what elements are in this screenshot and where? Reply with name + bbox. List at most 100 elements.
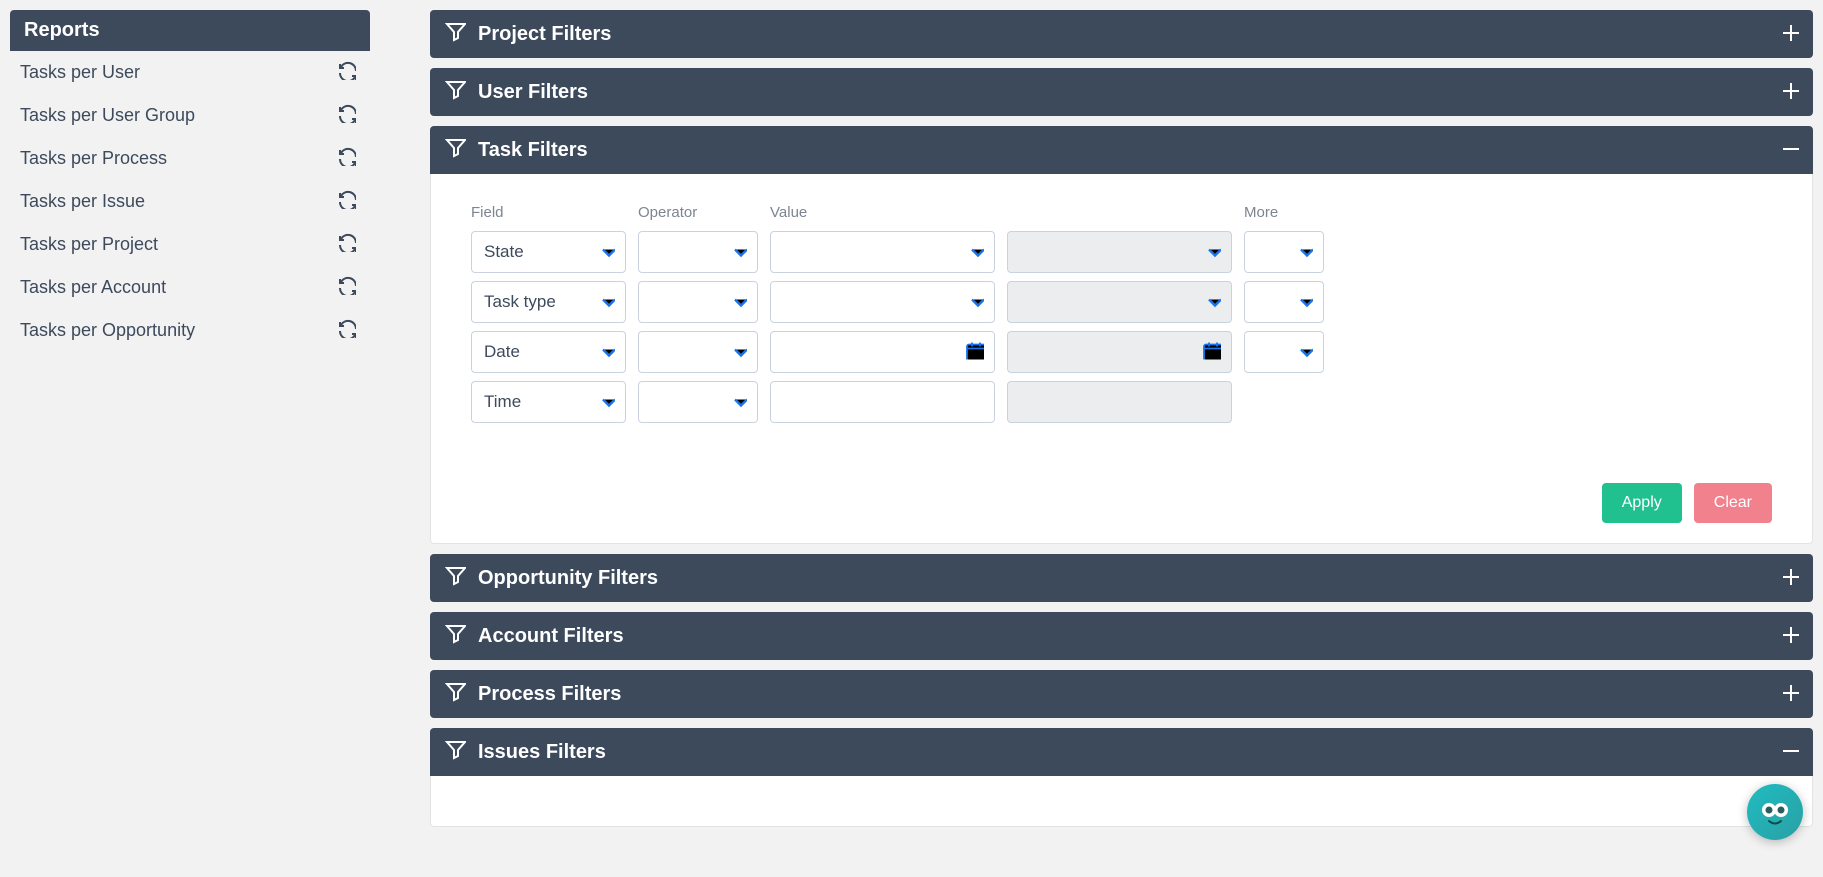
col-more: More [1244,204,1324,223]
sidebar-item[interactable]: Tasks per User Group [10,94,370,137]
field-select[interactable]: State [471,231,626,273]
chevron-down-icon [1295,241,1313,264]
reports-sidebar: Reports Tasks per User Tasks per User Gro… [10,10,370,352]
apply-button[interactable]: Apply [1602,483,1682,523]
sidebar-item-label: Tasks per Project [14,234,158,255]
value-input[interactable] [770,281,995,323]
task-filters-header[interactable]: Task Filters [430,126,1813,174]
sidebar-title: Reports [10,10,370,51]
refresh-icon[interactable] [336,275,356,300]
refresh-icon[interactable] [336,318,356,343]
sidebar-item-label: Tasks per Account [14,277,166,298]
col-operator: Operator [638,204,758,223]
calendar-icon [964,340,984,365]
panel-title: User Filters [478,81,588,104]
chevron-down-icon [729,241,747,264]
panel-title: Opportunity Filters [478,567,658,590]
operator-select[interactable] [638,331,758,373]
value2-input [1007,231,1232,273]
panel-title: Process Filters [478,683,621,706]
funnel-icon [444,136,466,164]
sidebar-item-label: Tasks per User Group [14,105,195,126]
chevron-down-icon [966,241,984,264]
funnel-icon [444,564,466,592]
panel-title: Account Filters [478,625,624,648]
funnel-icon [444,680,466,708]
clear-button[interactable]: Clear [1694,483,1772,523]
issues-filters-body [430,776,1813,827]
more-select[interactable] [1244,281,1324,323]
field-value: Time [484,392,521,412]
plus-icon[interactable] [1779,565,1799,591]
col-field: Field [471,204,626,223]
chevron-down-icon [1295,341,1313,364]
filters-area: Project Filters User Filters Task Filter… [430,10,1813,837]
value2-input [1007,381,1232,423]
chevron-down-icon [729,291,747,314]
funnel-icon [444,78,466,106]
value-input[interactable] [770,231,995,273]
chevron-down-icon [729,341,747,364]
chevron-down-icon [966,291,984,314]
chevron-down-icon [597,341,615,364]
sidebar-item[interactable]: Tasks per Issue [10,180,370,223]
field-value: State [484,242,524,262]
more-select[interactable] [1244,231,1324,273]
funnel-icon [444,622,466,650]
value-input[interactable] [770,331,995,373]
field-select[interactable]: Task type [471,281,626,323]
sidebar-item-label: Tasks per User [14,62,140,83]
sidebar-item[interactable]: Tasks per Process [10,137,370,180]
sidebar-item[interactable]: Tasks per Project [10,223,370,266]
operator-select[interactable] [638,381,758,423]
task-filters-body: Field Operator Value More State Task type… [430,174,1813,544]
funnel-icon [444,20,466,48]
plus-icon[interactable] [1779,681,1799,707]
sidebar-item[interactable]: Tasks per User [10,51,370,94]
field-select[interactable]: Time [471,381,626,423]
refresh-icon[interactable] [336,60,356,85]
col-value: Value [770,204,995,223]
user-filters-header[interactable]: User Filters [430,68,1813,116]
refresh-icon[interactable] [336,189,356,214]
sidebar-item-label: Tasks per Opportunity [14,320,195,341]
help-widget[interactable] [1747,784,1803,840]
field-value: Task type [484,292,556,312]
project-filters-header[interactable]: Project Filters [430,10,1813,58]
field-value: Date [484,342,520,362]
chevron-down-icon [1295,291,1313,314]
operator-select[interactable] [638,281,758,323]
value2-input [1007,331,1232,373]
minus-icon[interactable] [1779,739,1799,765]
panel-title: Issues Filters [478,741,606,764]
value2-input [1007,281,1232,323]
plus-icon[interactable] [1779,79,1799,105]
sidebar-item[interactable]: Tasks per Opportunity [10,309,370,352]
refresh-icon[interactable] [336,146,356,171]
value-input[interactable] [770,381,995,423]
opportunity-filters-header[interactable]: Opportunity Filters [430,554,1813,602]
issues-filters-header[interactable]: Issues Filters [430,728,1813,776]
chevron-down-icon [1203,291,1221,314]
chevron-down-icon [1203,241,1221,264]
minus-icon[interactable] [1779,137,1799,163]
chevron-down-icon [729,391,747,414]
panel-title: Project Filters [478,23,611,46]
field-select[interactable]: Date [471,331,626,373]
account-filters-header[interactable]: Account Filters [430,612,1813,660]
sidebar-item[interactable]: Tasks per Account [10,266,370,309]
plus-icon[interactable] [1779,21,1799,47]
more-select[interactable] [1244,331,1324,373]
refresh-icon[interactable] [336,232,356,257]
sidebar-item-label: Tasks per Process [14,148,167,169]
refresh-icon[interactable] [336,103,356,128]
chevron-down-icon [597,291,615,314]
funnel-icon [444,738,466,766]
chevron-down-icon [597,391,615,414]
process-filters-header[interactable]: Process Filters [430,670,1813,718]
plus-icon[interactable] [1779,623,1799,649]
sidebar-item-label: Tasks per Issue [14,191,145,212]
calendar-icon [1201,340,1221,365]
operator-select[interactable] [638,231,758,273]
panel-title: Task Filters [478,139,588,162]
